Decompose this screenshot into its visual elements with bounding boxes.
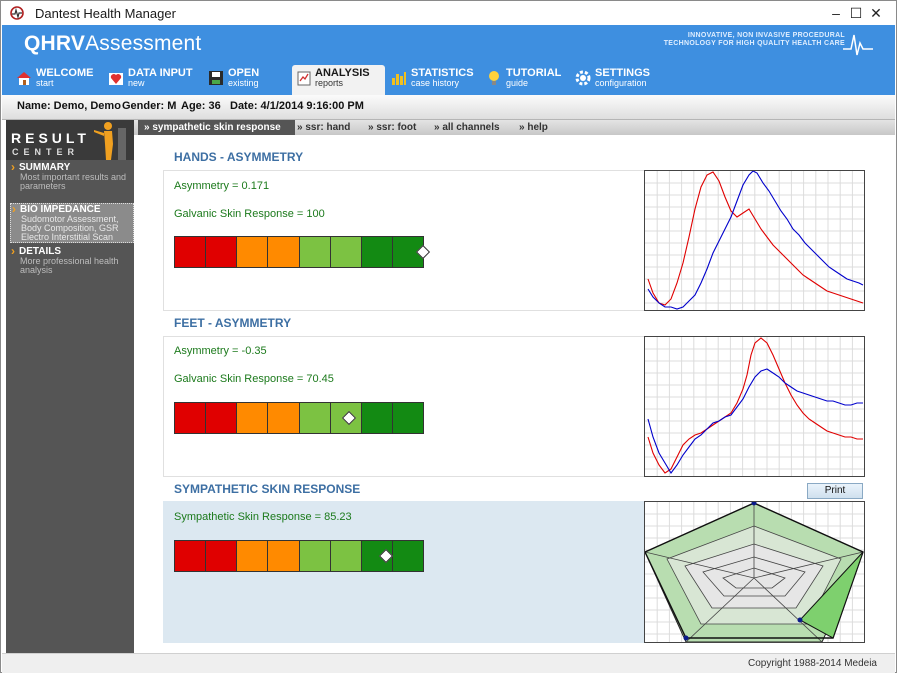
nav-open[interactable]: OPEN existing bbox=[208, 65, 278, 95]
patient-gender: Gender: M bbox=[122, 100, 177, 112]
scale-segment bbox=[330, 541, 362, 571]
scale-segment bbox=[299, 403, 331, 433]
scale-segment bbox=[268, 237, 300, 267]
floppy-icon bbox=[209, 71, 223, 85]
hands-response-graph bbox=[644, 170, 865, 311]
app-window: Dantest Health Manager – ☐ ✕ QHRVAssessm… bbox=[0, 0, 897, 673]
hands-gsr: Galvanic Skin Response = 100 bbox=[174, 208, 325, 220]
scale-segment bbox=[268, 541, 300, 571]
scale-segment bbox=[361, 403, 393, 433]
copyright-text: Copyright 1988-2014 Medeia bbox=[748, 658, 877, 669]
patient-name: Name: Demo, Demo bbox=[17, 100, 121, 112]
feet-asymmetry: Asymmetry = -0.35 bbox=[174, 345, 267, 357]
nav-welcome[interactable]: WELCOME start bbox=[16, 65, 98, 95]
close-button[interactable]: ✕ bbox=[867, 4, 885, 22]
tab-sympathetic-skin-response[interactable]: » sympathetic skin response bbox=[138, 120, 295, 135]
scale-segment bbox=[299, 541, 331, 571]
hands-asymmetry: Asymmetry = 0.171 bbox=[174, 180, 270, 192]
maximize-button[interactable]: ☐ bbox=[847, 4, 865, 22]
patient-info-bar: Name: Demo, Demo Gender: M Age: 36 Date:… bbox=[2, 95, 895, 120]
ssr-radar-graph bbox=[644, 501, 865, 643]
ssr-value: Sympathetic Skin Response = 85.23 bbox=[174, 511, 352, 523]
nav-analysis[interactable]: ANALYSIS reports bbox=[292, 65, 385, 95]
scale-segment bbox=[330, 237, 362, 267]
tab-help[interactable]: » help bbox=[519, 120, 548, 135]
tab-ssr-hand[interactable]: » ssr: hand bbox=[297, 120, 350, 135]
hands-scale-bar bbox=[174, 236, 424, 268]
minimize-button[interactable]: – bbox=[827, 4, 845, 22]
scale-segment bbox=[392, 541, 423, 571]
scale-segment bbox=[299, 237, 331, 267]
ecg-icon bbox=[843, 34, 873, 56]
notepad-icon bbox=[297, 71, 311, 86]
sidebar-item-bio-impedance[interactable]: BIO IMPEDANCE Sudomotor Assessment, Body… bbox=[10, 202, 134, 243]
title-bar: Dantest Health Manager – ☐ ✕ bbox=[1, 1, 896, 25]
scale-segment bbox=[206, 541, 238, 571]
sidebar-item-details[interactable]: DETAILS More professional health analysi… bbox=[10, 244, 132, 275]
person-figure-icon bbox=[94, 122, 126, 160]
app-logo-icon bbox=[10, 6, 24, 20]
ssr-panel: Sympathetic Skin Response = 85.23 bbox=[163, 501, 865, 643]
lightbulb-icon bbox=[489, 71, 499, 85]
ssr-section-title: SYMPATHETIC SKIN RESPONSE bbox=[174, 482, 361, 496]
scale-segment bbox=[237, 237, 269, 267]
patient-age: Age: 36 bbox=[181, 100, 221, 112]
feet-section-title: FEET - ASYMMETRY bbox=[174, 316, 292, 330]
feet-scale-bar bbox=[174, 402, 424, 434]
window-title: Dantest Health Manager bbox=[35, 6, 176, 21]
tagline: INNOVATIVE, NON INVASIVE PROCEDURAL TECH… bbox=[663, 32, 845, 47]
scale-segment bbox=[206, 403, 238, 433]
nav-tutorial[interactable]: TUTORIAL guide bbox=[486, 65, 566, 95]
sub-navigation: » sympathetic skin response » ssr: hand … bbox=[134, 120, 895, 135]
scale-segment bbox=[237, 403, 269, 433]
feet-gsr: Galvanic Skin Response = 70.45 bbox=[174, 373, 334, 385]
hands-panel: Asymmetry = 0.171 Galvanic Skin Response… bbox=[163, 170, 865, 311]
scale-segment bbox=[175, 541, 207, 571]
feet-panel: Asymmetry = -0.35 Galvanic Skin Response… bbox=[163, 336, 865, 477]
nav-settings[interactable]: SETTINGS configuration bbox=[575, 65, 665, 95]
brand-logo: QHRVAssessment bbox=[24, 32, 202, 55]
result-center-sidebar: RESULT CENTER SUMMARY Most important res… bbox=[6, 120, 134, 653]
gear-icon bbox=[575, 70, 591, 86]
scale-segment bbox=[206, 237, 238, 267]
tab-all-channels[interactable]: » all channels bbox=[434, 120, 500, 135]
result-center-header: RESULT CENTER bbox=[6, 120, 134, 160]
hands-section-title: HANDS - ASYMMETRY bbox=[174, 150, 304, 164]
scale-segment bbox=[175, 237, 207, 267]
scale-segment bbox=[237, 541, 269, 571]
feet-response-graph bbox=[644, 336, 865, 477]
nav-data-input[interactable]: DATA INPUT new bbox=[108, 65, 203, 95]
scale-segment bbox=[175, 403, 207, 433]
status-bar: Copyright 1988-2014 Medeia bbox=[2, 653, 895, 673]
bar-chart-icon bbox=[392, 72, 406, 85]
print-button[interactable]: Print bbox=[807, 483, 863, 499]
sidebar-item-summary[interactable]: SUMMARY Most important results and param… bbox=[10, 160, 132, 191]
scale-segment bbox=[392, 403, 423, 433]
patient-date: Date: 4/1/2014 9:16:00 PM bbox=[230, 100, 364, 112]
app-header: QHRVAssessment INNOVATIVE, NON INVASIVE … bbox=[2, 25, 895, 95]
tab-ssr-foot[interactable]: » ssr: foot bbox=[368, 120, 416, 135]
scale-segment bbox=[361, 237, 393, 267]
heart-icon bbox=[109, 73, 123, 85]
nav-statistics[interactable]: STATISTICS case history bbox=[391, 65, 479, 95]
scale-segment bbox=[268, 403, 300, 433]
home-icon bbox=[17, 72, 31, 85]
